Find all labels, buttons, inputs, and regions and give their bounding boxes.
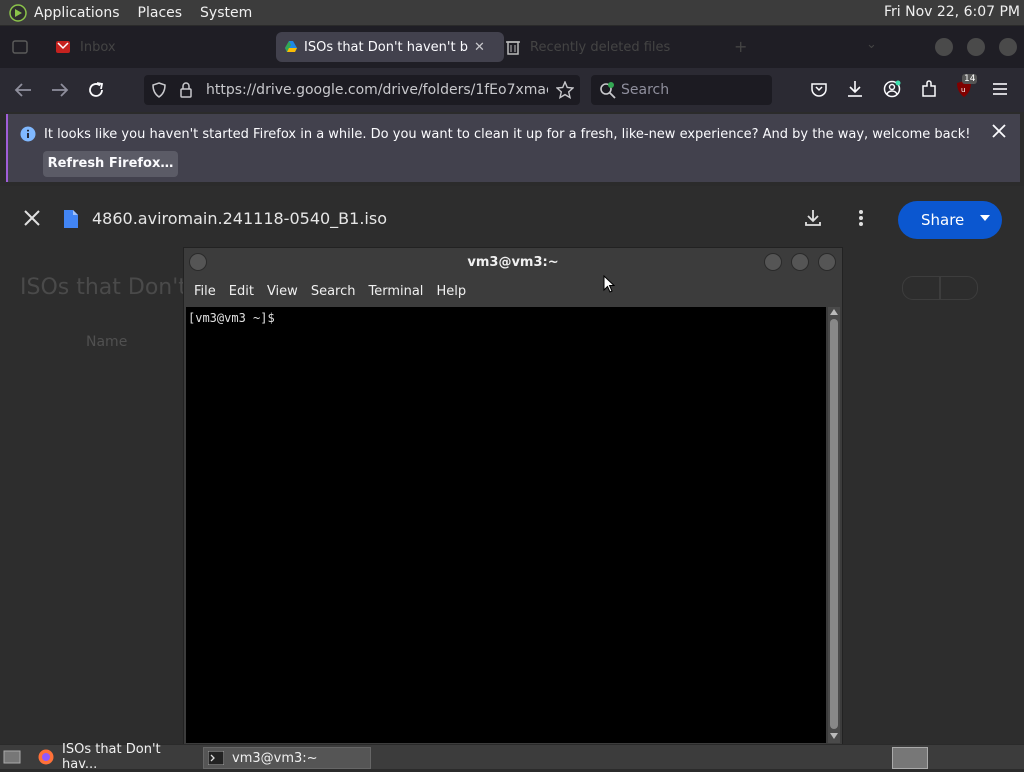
terminal-output[interactable]: [vm3@vm3 ~]$	[186, 307, 826, 743]
terminal-menu-search[interactable]: Search	[311, 284, 356, 306]
pocket-icon[interactable]	[811, 81, 827, 97]
share-dropdown-icon[interactable]	[980, 215, 990, 221]
folder-title: ISOs that Don't	[20, 275, 187, 300]
taskbar-label: vm3@vm3:~	[232, 750, 318, 766]
file-name: 4860.aviromain.241118-0540_B1.iso	[92, 209, 387, 228]
terminal-menu-help[interactable]: Help	[436, 284, 466, 306]
list-view-icon	[902, 276, 940, 300]
firefox-view-icon[interactable]	[12, 40, 28, 54]
file-doc-icon	[64, 210, 78, 228]
terminal-scroll-thumb[interactable]	[830, 319, 838, 729]
search-bar[interactable]: Search	[591, 75, 772, 105]
scroll-up-icon[interactable]	[830, 309, 838, 315]
share-label: Share	[921, 211, 965, 229]
terminal-title: vm3@vm3:~	[467, 255, 559, 270]
hamburger-menu-icon[interactable]	[992, 82, 1008, 96]
terminal-prompt: [vm3@vm3 ~]$	[188, 311, 275, 325]
account-icon[interactable]	[883, 80, 901, 98]
taskbar-terminal[interactable]: vm3@vm3:~	[203, 747, 371, 769]
url-text[interactable]: https://drive.google.com/drive/folders/1…	[206, 82, 548, 98]
close-window-button[interactable]	[999, 38, 1017, 56]
workspace-switcher[interactable]	[892, 747, 928, 769]
column-header-name: Name	[86, 334, 128, 350]
nav-bar: https://drive.google.com/drive/folders/1…	[0, 68, 1024, 112]
trash-icon	[506, 39, 520, 55]
reload-icon[interactable]	[87, 81, 105, 99]
more-options-icon[interactable]	[858, 209, 864, 227]
tab-label: Recently deleted files	[530, 39, 671, 55]
close-viewer-icon[interactable]	[24, 210, 40, 226]
terminal-close-button[interactable]	[818, 253, 836, 271]
tab-active-drive[interactable]: ISOs that Don't haven't bee ✕	[276, 32, 504, 62]
terminal-icon	[208, 751, 224, 765]
terminal-menu-edit[interactable]: Edit	[229, 284, 254, 306]
info-icon	[20, 126, 36, 142]
notification-message: It looks like you haven't started Firefo…	[44, 127, 971, 142]
terminal-menu-terminal[interactable]: Terminal	[368, 284, 423, 306]
clock[interactable]: Fri Nov 22, 6:07 PM	[884, 4, 1020, 20]
download-icon[interactable]	[804, 209, 822, 227]
terminal-menu-file[interactable]: File	[194, 284, 216, 306]
firefox-icon	[38, 749, 54, 765]
places-menu[interactable]: Places	[138, 5, 183, 21]
google-drive-icon	[284, 40, 298, 54]
maximize-button[interactable]	[967, 38, 985, 56]
forward-arrow-icon[interactable]	[51, 82, 69, 98]
minimize-button[interactable]	[935, 38, 953, 56]
new-tab-icon[interactable]: +	[734, 37, 747, 56]
tab-strip: Inbox ISOs that Don't haven't bee ✕ Rece…	[0, 26, 1024, 68]
tab-close-icon[interactable]: ✕	[474, 40, 485, 55]
terminal-window[interactable]: vm3@vm3:~ File Edit View Search Terminal…	[183, 247, 843, 746]
tab-recently-deleted[interactable]: Recently deleted files	[506, 32, 716, 62]
terminal-scrollbar[interactable]	[828, 307, 840, 743]
refresh-firefox-button[interactable]: Refresh Firefox…	[43, 151, 178, 177]
tab-inbox[interactable]: Inbox	[56, 32, 256, 62]
show-desktop-icon[interactable]	[3, 749, 21, 765]
terminal-minimize-button[interactable]	[764, 253, 782, 271]
system-menu[interactable]: System	[200, 5, 252, 21]
terminal-menubar: File Edit View Search Terminal Help	[184, 284, 469, 306]
scroll-down-icon[interactable]	[830, 733, 838, 739]
mouse-cursor-icon	[603, 275, 615, 293]
close-notification-icon[interactable]	[992, 124, 1006, 138]
search-placeholder: Search	[621, 82, 670, 98]
back-arrow-icon[interactable]	[14, 82, 32, 98]
lock-icon[interactable]	[180, 82, 192, 98]
refresh-firefox-notification: It looks like you haven't started Firefo…	[6, 114, 1020, 182]
applications-menu[interactable]: Applications	[34, 5, 120, 21]
search-engine-icon	[599, 81, 617, 99]
bottom-panel: ISOs that Don't hav... vm3@vm3:~	[0, 742, 1024, 772]
top-panel: Applications Places System Fri Nov 22, 6…	[0, 0, 1024, 26]
grid-view-icon	[940, 276, 978, 300]
tab-label: Inbox	[80, 39, 116, 55]
tracking-shield-icon[interactable]	[152, 82, 166, 98]
list-tabs-icon[interactable]: ⌄	[866, 37, 877, 52]
svg-text:u: u	[961, 86, 965, 94]
terminal-menu-view[interactable]: View	[267, 284, 298, 306]
ublock-badge: 14	[962, 74, 978, 84]
gnome-foot-icon[interactable]	[8, 3, 28, 23]
downloads-icon[interactable]	[847, 80, 863, 98]
terminal-maximize-button[interactable]	[791, 253, 809, 271]
extensions-icon[interactable]	[920, 80, 938, 98]
share-button[interactable]: Share	[898, 201, 1002, 239]
bookmark-star-icon[interactable]	[556, 81, 574, 99]
taskbar-firefox[interactable]: ISOs that Don't hav...	[34, 742, 199, 772]
tab-label: ISOs that Don't haven't bee	[304, 39, 468, 55]
url-bar[interactable]: https://drive.google.com/drive/folders/1…	[144, 75, 580, 105]
gmail-icon	[56, 41, 70, 53]
